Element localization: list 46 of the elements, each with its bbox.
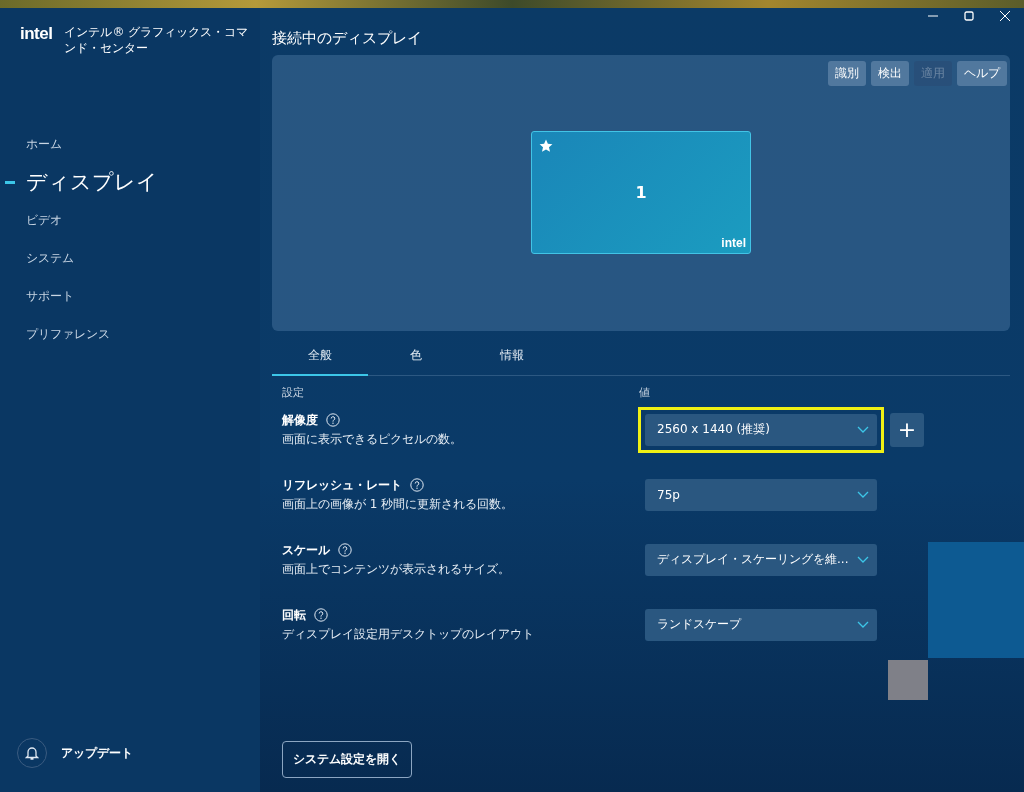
help-icon[interactable]: [338, 543, 352, 557]
display-tile[interactable]: 1 intel: [531, 131, 751, 254]
help-icon[interactable]: [326, 413, 340, 427]
sidebar-item[interactable]: サポート: [26, 287, 74, 305]
sidebar-item[interactable]: ホーム: [26, 135, 62, 153]
setting-description: 画面に表示できるピクセルの数。: [282, 430, 463, 448]
chevron-down-icon: [857, 620, 869, 629]
toolbar-button[interactable]: 検出: [871, 61, 909, 86]
chevron-down-icon: [857, 425, 869, 434]
chevron-down-icon: [857, 490, 869, 499]
open-settings-button[interactable]: システム設定を開く: [282, 741, 412, 778]
dropdown[interactable]: 75p: [645, 478, 877, 511]
sidebar-item[interactable]: ビデオ: [26, 211, 62, 229]
decorative-block: [888, 660, 928, 700]
logo: intel: [20, 24, 53, 44]
column-header: 値: [639, 385, 650, 400]
display-number: 1: [635, 183, 647, 202]
logo: intel: [721, 236, 746, 250]
app-title: インテル® グラフィックス・コマンド・センター: [64, 24, 250, 56]
sidebar-item[interactable]: プリファレンス: [26, 325, 110, 343]
maximize-icon[interactable]: [964, 11, 974, 21]
section-title: 接続中のディスプレイ: [272, 29, 423, 49]
dropdown[interactable]: ランドスケープ: [645, 608, 877, 641]
toolbar-button[interactable]: ヘルプ: [957, 61, 1007, 86]
chevron-down-icon: [857, 555, 869, 564]
tab[interactable]: 情報: [464, 341, 560, 376]
update-link[interactable]: アップデート: [61, 744, 133, 762]
tab[interactable]: 全般: [272, 341, 368, 376]
sidebar-item[interactable]: システム: [26, 249, 74, 267]
add-button[interactable]: +: [890, 412, 924, 447]
setting-name: スケール: [282, 541, 330, 559]
column-header: 設定: [281, 385, 305, 400]
toolbar-button[interactable]: 識別: [828, 61, 866, 86]
setting-name: 回転: [282, 606, 306, 624]
help-icon[interactable]: [410, 478, 424, 492]
sidebar-item[interactable]: ディスプレイ: [26, 168, 158, 196]
dropdown[interactable]: 2560 x 1440 (推奨): [645, 413, 877, 446]
dropdown[interactable]: ディスプレイ・スケーリングを維...: [645, 543, 877, 576]
setting-description: 画面上の画像が 1 秒間に更新される回数。: [282, 495, 515, 513]
help-icon[interactable]: [314, 608, 328, 622]
close-icon[interactable]: [1000, 11, 1010, 21]
setting-name: リフレッシュ・レート: [282, 476, 402, 494]
setting-description: 画面上でコンテンツが表示されるサイズ。: [282, 560, 511, 578]
setting-description: ディスプレイ設定用デスクトップのレイアウト: [282, 625, 535, 643]
tab[interactable]: 色: [368, 341, 464, 376]
setting-name: 解像度: [282, 411, 318, 429]
